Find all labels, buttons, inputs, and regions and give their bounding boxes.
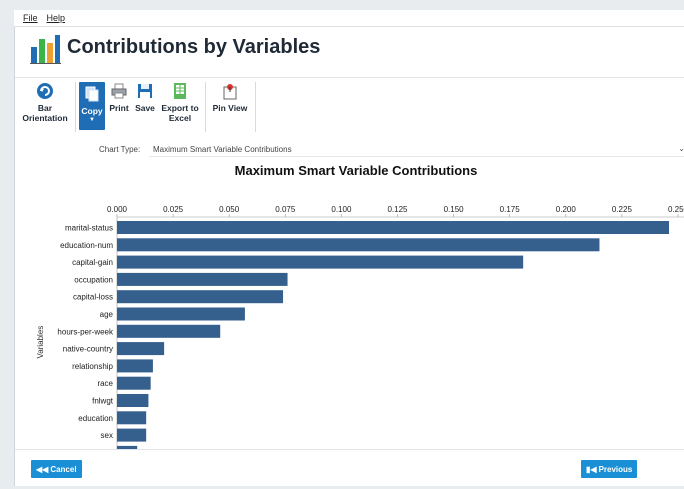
x-tick-label: 0.075 <box>275 205 296 214</box>
main-window: Contributions by Variables Bar Orientati… <box>14 26 684 486</box>
bar <box>117 272 288 286</box>
copy-button[interactable]: Copy ▼ <box>79 82 105 130</box>
bar <box>117 324 221 338</box>
bar <box>117 290 284 304</box>
bar <box>117 394 149 407</box>
x-tick-label: 0.125 <box>387 205 408 214</box>
toolbar-separator <box>255 82 256 132</box>
x-tick-label: 0.175 <box>500 205 521 214</box>
category-label: hours-per-week <box>57 327 114 336</box>
chart-type-row: Chart Type: Maximum Smart Variable Contr… <box>15 143 684 157</box>
category-label: capital-loss <box>73 293 113 302</box>
pin-view-button[interactable]: Pin View <box>209 82 251 130</box>
cancel-label: Cancel <box>50 464 77 474</box>
pin-view-label: Pin View <box>212 103 248 113</box>
bar <box>117 238 600 252</box>
copy-icon <box>85 86 99 102</box>
chart-area: Maximum Smart Variable Contributions 0.0… <box>15 159 684 449</box>
x-tick-label: 0.225 <box>612 205 633 214</box>
bar-orientation-label: Bar Orientation <box>22 103 68 123</box>
category-label: marital-status <box>65 224 113 233</box>
bar-orientation-button[interactable]: Bar Orientation <box>19 82 71 130</box>
floppy-disk-icon <box>138 84 152 98</box>
toolbar: Bar Orientation Copy ▼ Print Save Export… <box>15 77 684 135</box>
y-axis-label: Variables <box>36 326 45 359</box>
previous-label: Previous <box>598 464 633 474</box>
menu-file[interactable]: File <box>23 13 38 23</box>
copy-label: Copy <box>81 106 103 116</box>
export-label: Export to Excel <box>161 103 199 123</box>
menu-help[interactable]: Help <box>47 13 66 23</box>
bar-chart-app-icon <box>30 35 61 64</box>
title-area: Contributions by Variables <box>15 27 684 73</box>
category-label: relationship <box>72 362 113 371</box>
printer-icon <box>111 83 127 99</box>
bar <box>117 255 524 269</box>
page-title: Contributions by Variables <box>67 36 321 58</box>
x-tick-label: 0.000 <box>107 205 128 214</box>
category-label: fnlwgt <box>92 397 114 406</box>
chevron-down-icon: ▼ <box>89 117 95 123</box>
toolbar-separator <box>75 82 76 132</box>
previous-icon: ▮◀ <box>586 464 597 474</box>
bar <box>117 428 147 442</box>
chart-type-label: Chart Type: <box>99 145 141 154</box>
bottom-bar: ◀◀ Cancel ▮◀ Previous <box>15 449 684 487</box>
bar-chart: 0.000 0.025 0.050 0.075 0.100 0.125 0.150 0.175… <box>36 205 684 449</box>
bar <box>117 359 153 373</box>
bar <box>117 307 245 321</box>
category-label: sex <box>101 431 113 440</box>
category-label: education-num <box>60 241 113 250</box>
save-button[interactable]: Save <box>133 82 157 130</box>
category-label: occupation <box>74 275 113 284</box>
bar <box>117 376 151 390</box>
previous-button[interactable]: ▮◀ Previous <box>581 460 638 478</box>
cancel-button[interactable]: ◀◀ Cancel <box>31 460 82 478</box>
x-tick-label: 0.250 <box>668 205 684 214</box>
x-tick-label: 0.050 <box>219 205 240 214</box>
x-tick-label: 0.100 <box>331 205 352 214</box>
x-tick-label: 0.150 <box>444 205 465 214</box>
rotate-icon <box>37 83 53 99</box>
category-label: age <box>100 310 114 319</box>
toolbar-separator <box>205 82 206 132</box>
pin-icon <box>223 84 237 100</box>
excel-icon <box>174 83 186 99</box>
export-to-excel-button[interactable]: Export to Excel <box>161 82 199 130</box>
print-label: Print <box>109 103 129 113</box>
bar <box>117 411 147 425</box>
category-label: capital-gain <box>72 258 113 267</box>
bar <box>117 221 670 234</box>
bar <box>117 342 165 356</box>
chart-type-value: Maximum Smart Variable Contributions <box>153 145 292 154</box>
save-label: Save <box>135 103 155 113</box>
category-label: race <box>97 379 113 388</box>
double-chevron-left-icon: ◀◀ <box>36 464 49 474</box>
x-tick-label: 0.200 <box>556 205 577 214</box>
chevron-down-icon: ⌄ <box>678 144 684 153</box>
menu-bar: File Help <box>14 10 684 26</box>
print-button[interactable]: Print <box>107 82 131 130</box>
x-tick-label: 0.025 <box>163 205 184 214</box>
category-label: native-country <box>63 345 113 354</box>
category-label: education <box>78 414 113 423</box>
chart-type-select[interactable]: Maximum Smart Variable Contributions ⌄ <box>149 143 684 157</box>
